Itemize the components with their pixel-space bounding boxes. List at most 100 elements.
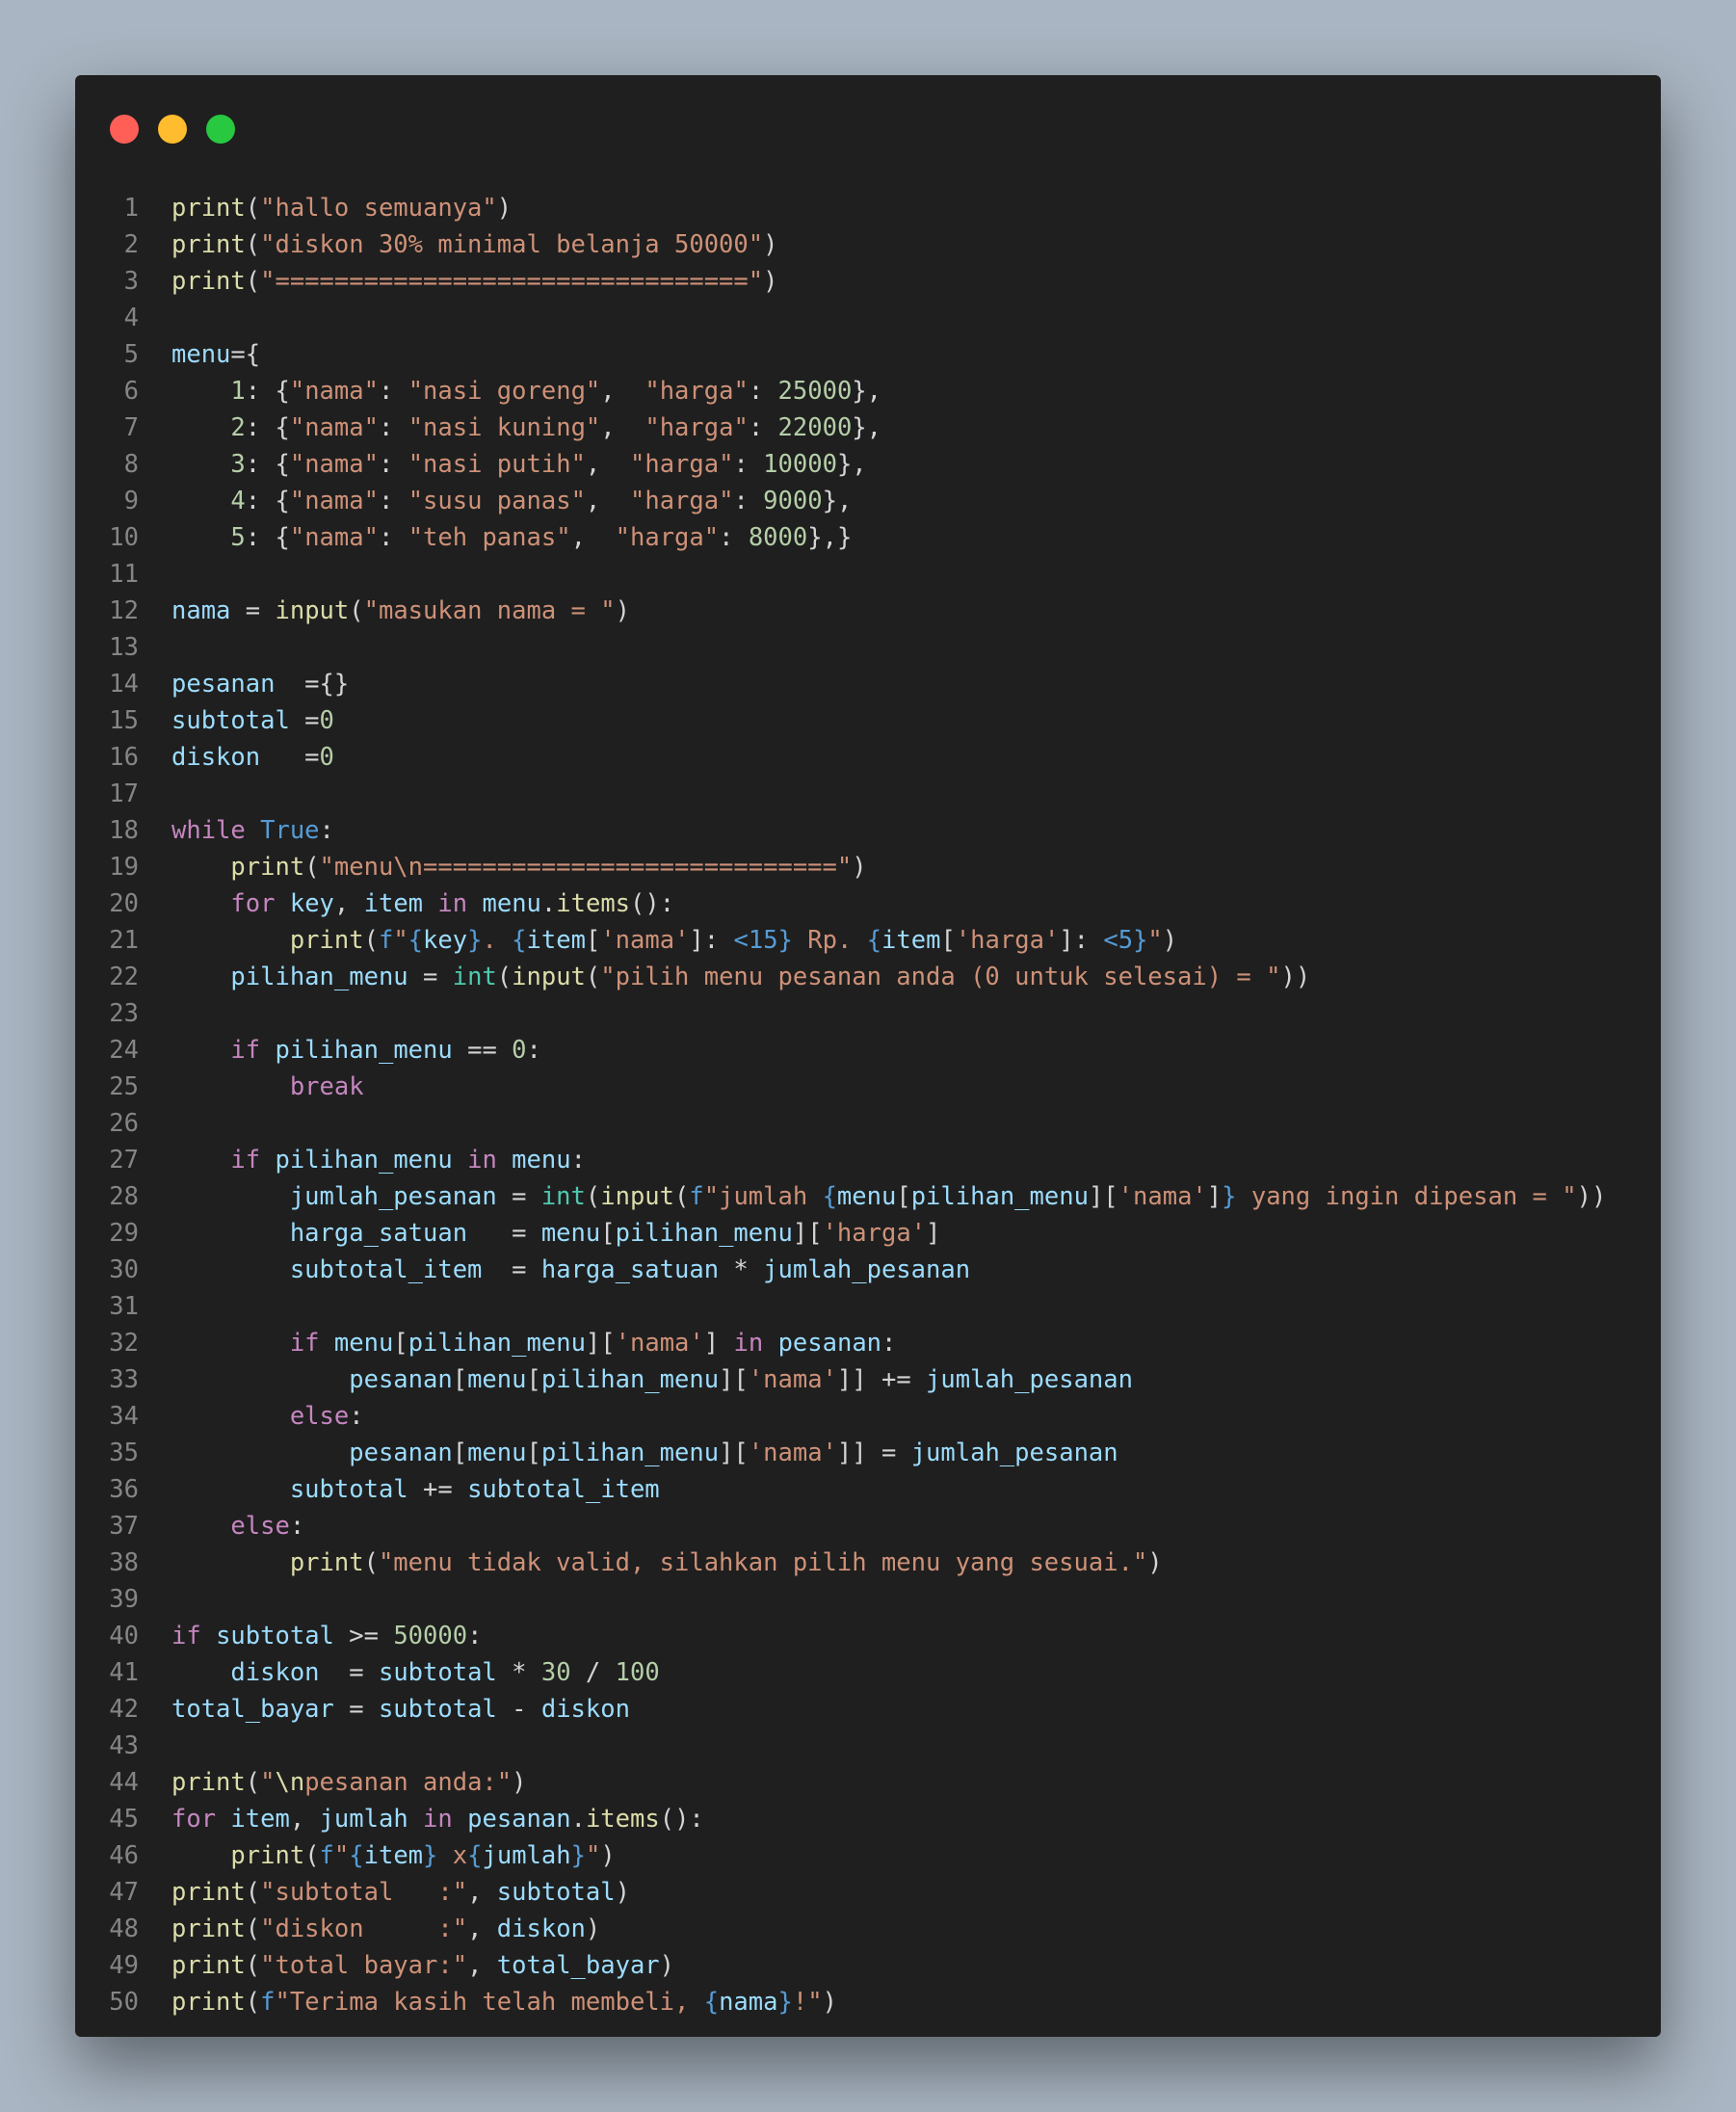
code-token: menu — [540, 1219, 601, 1248]
code-text: print(f"Terima kasih telah membeli, {nam… — [171, 1984, 837, 2020]
code-line: 35 pesanan[menu[pilihan_menu]['nama']] =… — [75, 1435, 1661, 1471]
code-token: , — [467, 1878, 497, 1907]
code-token: pesanan — [171, 670, 276, 699]
code-line: 3 print("================================… — [75, 263, 1661, 300]
code-token: ={ — [230, 340, 261, 369]
minimize-button[interactable] — [158, 115, 187, 144]
code-token: : — [570, 1146, 586, 1175]
code-token: 'nama' — [748, 1439, 837, 1467]
code-token: menu — [333, 1329, 394, 1358]
line-number: 23 — [109, 999, 139, 1028]
code-line: 32 if menu[pilihan_menu]['nama'] in pesa… — [75, 1325, 1661, 1361]
code-line: 33 pesanan[menu[pilihan_menu]['nama']] +… — [75, 1361, 1661, 1398]
code-token: nama — [719, 1988, 778, 2017]
code-token: " — [333, 1841, 350, 1870]
code-token: pilihan_menu — [275, 1036, 453, 1065]
code-text: print("subtotal :", subtotal) — [171, 1874, 630, 1911]
code-token: = — [289, 706, 320, 735]
code-token: x — [437, 1841, 468, 1870]
line-number: 44 — [109, 1768, 139, 1797]
code-window: 1 print("hallo semuanya") 2 print("diskon 3… — [75, 75, 1661, 2037]
code-token: in — [467, 1146, 497, 1175]
code-token: True — [260, 816, 320, 845]
code-token: ) — [1147, 1548, 1163, 1577]
line-number: 9 — [123, 487, 139, 515]
code-token: ( — [496, 963, 513, 991]
code-token: "masukan nama = " — [363, 596, 616, 625]
code-token: , — [467, 1951, 497, 1980]
code-token: 1 — [230, 377, 246, 406]
code-line: 42 total_bayar = subtotal - diskon — [75, 1691, 1661, 1728]
code-line: 48 print("diskon :", diskon) — [75, 1911, 1661, 1947]
code-token: [ — [940, 926, 956, 955]
code-token: ( — [363, 926, 379, 955]
code-token: 'harga' — [955, 926, 1060, 955]
code-line: 41 diskon = subtotal * 30 / 100 — [75, 1654, 1661, 1691]
line-number: 18 — [109, 816, 139, 845]
code-token: - — [496, 1695, 541, 1724]
close-button[interactable] — [110, 115, 139, 144]
code-line: 46 print(f"{item} x{jumlah}") — [75, 1837, 1661, 1874]
line-number: 38 — [109, 1548, 139, 1577]
code-line: 40 if subtotal >= 50000: — [75, 1618, 1661, 1654]
code-token: ( — [245, 1768, 261, 1797]
code-token: = — [496, 1182, 541, 1211]
code-token: ( — [585, 1182, 601, 1211]
code-token: else — [289, 1402, 350, 1431]
code-token: diskon — [230, 1658, 320, 1687]
code-token: * — [496, 1658, 541, 1687]
code-line: 15 subtotal =0 — [75, 702, 1661, 739]
line-number: 10 — [109, 523, 139, 552]
code-token: jumlah_pesanan — [926, 1365, 1133, 1394]
code-token: ] — [926, 1219, 941, 1248]
code-token: "diskon 30% minimal belanja 50000" — [260, 230, 764, 259]
line-number: 11 — [109, 560, 139, 589]
code-token: , — [585, 487, 630, 515]
line-number: 49 — [109, 1951, 139, 1980]
code-text: pilihan_menu = int(input("pilih menu pes… — [171, 959, 1310, 995]
code-token: ) — [659, 1951, 675, 1980]
code-token: ) — [496, 194, 513, 223]
code-token: ( — [245, 230, 261, 259]
code-token: ][ — [1088, 1182, 1118, 1211]
code-token: "nama" — [289, 413, 379, 442]
line-number: 37 — [109, 1512, 139, 1541]
code-token: : — [526, 1036, 541, 1065]
code-token: == — [452, 1036, 513, 1065]
code-token: : — [719, 523, 749, 552]
code-token: : { — [245, 450, 290, 479]
code-token: ) — [1162, 926, 1178, 955]
line-number: 43 — [109, 1731, 139, 1760]
code-token: ( — [245, 1988, 261, 2017]
code-token: jumlah_pesanan — [763, 1255, 971, 1284]
code-token: }, — [852, 377, 882, 406]
code-line: 20 for key, item in menu.items(): — [75, 885, 1661, 922]
code-token: "nasi kuning" — [408, 413, 601, 442]
line-number: 27 — [109, 1146, 139, 1175]
code-token: in — [437, 889, 468, 918]
code-token: subtotal_item — [289, 1255, 483, 1284]
code-line: 19 print("menu\n========================… — [75, 849, 1661, 885]
code-line: 10 5: {"nama": "teh panas", "harga": 800… — [75, 519, 1661, 556]
code-token: pilihan_menu — [540, 1439, 720, 1467]
code-token: "================================" — [260, 267, 764, 296]
code-token: ( — [585, 963, 601, 991]
code-token: <15} — [733, 926, 793, 955]
maximize-button[interactable] — [206, 115, 235, 144]
code-editor[interactable]: 1 print("hallo semuanya") 2 print("diskon 3… — [75, 190, 1661, 2020]
code-token: (): — [659, 1805, 704, 1834]
code-token: input — [600, 1182, 675, 1211]
code-text: harga_satuan = menu[pilihan_menu]['harga… — [171, 1215, 941, 1252]
code-line: 9 4: {"nama": "susu panas", "harga": 900… — [75, 483, 1661, 519]
code-token: item — [363, 889, 424, 918]
code-token: item — [363, 1841, 424, 1870]
code-line: 43 — [75, 1728, 1661, 1764]
